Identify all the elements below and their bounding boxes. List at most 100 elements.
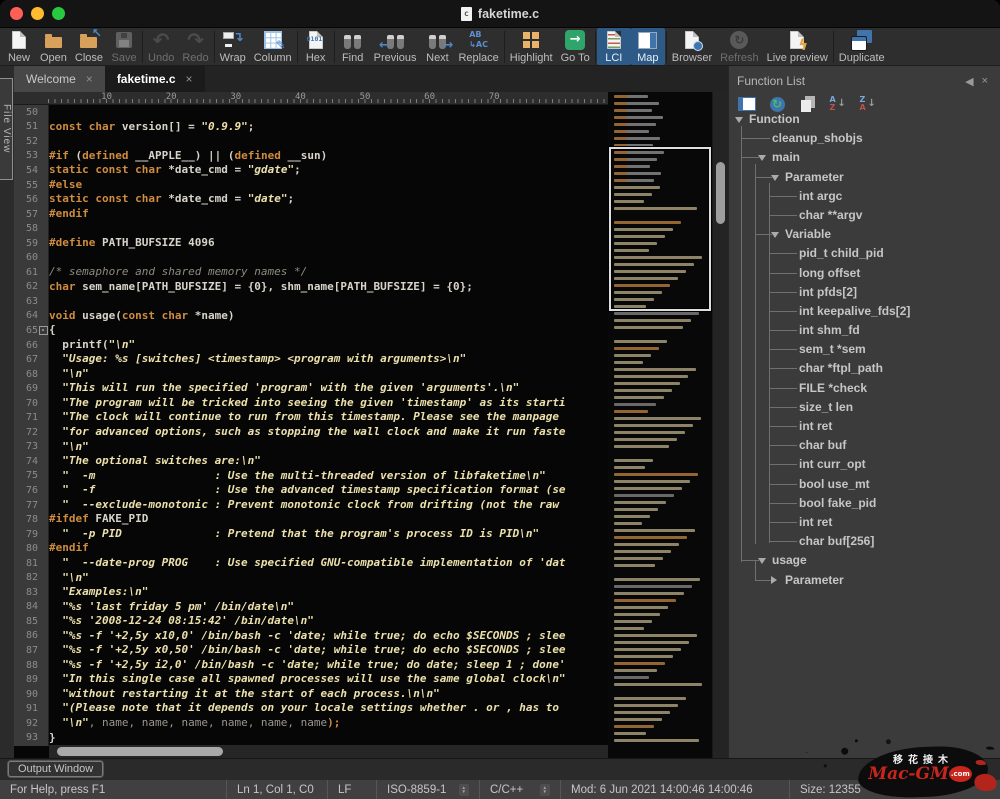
minimap-line xyxy=(614,340,667,343)
vertical-scrollbar-thumb[interactable] xyxy=(716,162,725,224)
function-list-item[interactable]: int shm_fd xyxy=(729,321,1000,340)
goto-button[interactable]: →Go To xyxy=(557,28,594,65)
file-view-tab[interactable]: File View xyxy=(0,78,13,180)
find-prev-icon: ← xyxy=(382,29,408,51)
collapsed-arrow-icon[interactable] xyxy=(771,576,781,584)
function-list-item[interactable]: usage xyxy=(729,551,1000,570)
minimap-line xyxy=(614,606,668,609)
expanded-arrow-icon[interactable] xyxy=(771,232,779,242)
function-list-item[interactable]: Variable xyxy=(729,225,1000,244)
encoding-stepper-icon[interactable]: ▲▼ xyxy=(459,784,469,796)
line-number: 53 xyxy=(14,149,48,164)
minimap-line xyxy=(614,627,644,630)
function-list-item[interactable]: Function xyxy=(729,110,1000,129)
minimap-line xyxy=(614,445,669,448)
horizontal-scrollbar[interactable] xyxy=(49,745,608,758)
duplicate-button[interactable]: Duplicate xyxy=(835,28,889,65)
function-list-item[interactable]: bool fake_pid xyxy=(729,494,1000,513)
minimap-line xyxy=(614,494,674,497)
line-number: 72 xyxy=(14,425,48,440)
expanded-arrow-icon[interactable] xyxy=(735,117,743,127)
function-list-item[interactable]: int pfds[2] xyxy=(729,283,1000,302)
new-button[interactable]: New xyxy=(2,28,36,65)
line-number: 91 xyxy=(14,701,48,716)
function-list-item[interactable]: long offset xyxy=(729,264,1000,283)
browser-button[interactable]: Browser xyxy=(668,28,716,65)
line-number: 81 xyxy=(14,556,48,571)
wrap-button[interactable]: ↴Wrap xyxy=(216,28,250,65)
minimap-line xyxy=(614,592,684,595)
expanded-arrow-icon[interactable] xyxy=(758,155,766,165)
syntax-stepper-icon[interactable]: ▲▼ xyxy=(540,784,550,796)
column-button[interactable]: ✎Column xyxy=(250,28,296,65)
toolbar-separator xyxy=(214,31,215,63)
function-list-item[interactable]: pid_t child_pid xyxy=(729,244,1000,263)
minimap[interactable] xyxy=(608,92,712,758)
hex-button[interactable]: 0101Hex xyxy=(299,28,333,65)
function-list-tree: Functioncleanup_shobjsmainParameterint a… xyxy=(729,110,1000,779)
function-list-item[interactable]: Parameter xyxy=(729,571,1000,590)
minimap-line xyxy=(614,697,686,700)
collapse-panel-icon[interactable]: ◀ xyxy=(961,75,977,88)
minimap-viewport[interactable] xyxy=(609,147,711,311)
minimap-line xyxy=(614,396,664,399)
close-tab-icon[interactable]: × xyxy=(86,72,93,86)
function-list-item[interactable]: bool use_mt xyxy=(729,475,1000,494)
code-line: "%s -f '+2,5y i2,0' /bin/bash -c 'date; … xyxy=(49,658,608,673)
line-number: 85 xyxy=(14,614,48,629)
hex-icon: 0101 xyxy=(303,29,329,51)
fold-marker[interactable]: - xyxy=(39,326,48,335)
function-list-item[interactable]: char *ftpl_path xyxy=(729,359,1000,378)
function-list-item[interactable]: int keepalive_fds[2] xyxy=(729,302,1000,321)
function-list-item[interactable]: size_t len xyxy=(729,398,1000,417)
tab-welcome[interactable]: Welcome × xyxy=(14,66,105,92)
lci-button[interactable]: LCI xyxy=(597,28,631,65)
minimap-line xyxy=(614,424,693,427)
vertical-scrollbar[interactable] xyxy=(712,92,729,758)
editor-area[interactable]: 10203040506070 5051525354555657585960616… xyxy=(14,92,728,758)
minimap-line xyxy=(614,382,680,385)
function-list-item[interactable]: char **argv xyxy=(729,206,1000,225)
output-window-button[interactable]: Output Window xyxy=(8,761,103,777)
expanded-arrow-icon[interactable] xyxy=(771,175,779,185)
code-line: "\n" xyxy=(49,367,608,382)
find-button[interactable]: Find xyxy=(336,28,370,65)
function-list-item[interactable]: Parameter xyxy=(729,168,1000,187)
close-panel-icon[interactable]: × xyxy=(978,75,992,87)
status-syntax[interactable]: C/C++ ▲▼ xyxy=(480,784,560,796)
minimap-line xyxy=(614,480,690,483)
function-list-item[interactable]: char buf[256] xyxy=(729,532,1000,551)
code-line: /* semaphore and shared memory names */ xyxy=(49,265,608,280)
line-number: 74 xyxy=(14,454,48,469)
tab-faketime[interactable]: faketime.c × xyxy=(105,66,205,92)
function-list-item[interactable]: sem_t *sem xyxy=(729,340,1000,359)
function-list-item[interactable]: FILE *check xyxy=(729,379,1000,398)
find-prev-button[interactable]: ←Previous xyxy=(370,28,421,65)
function-list-item[interactable]: int ret xyxy=(729,513,1000,532)
code-text[interactable]: const char version[] = "0.9.9";#if (defi… xyxy=(49,105,608,746)
window-title-text: faketime.c xyxy=(478,7,539,21)
find-next-button[interactable]: →Next xyxy=(420,28,454,65)
function-list-item[interactable]: main xyxy=(729,148,1000,167)
minimap-line xyxy=(614,655,673,658)
function-list-item[interactable]: char buf xyxy=(729,436,1000,455)
open-icon xyxy=(40,29,66,51)
line-number: 60 xyxy=(14,250,48,265)
close-button[interactable]: ↖Close xyxy=(71,28,107,65)
horizontal-scrollbar-thumb[interactable] xyxy=(57,747,223,756)
function-list-item[interactable]: int ret xyxy=(729,417,1000,436)
highlight-button[interactable]: Highlight xyxy=(506,28,557,65)
map-button[interactable]: Map xyxy=(631,28,665,65)
replace-button[interactable]: AB↳ACReplace xyxy=(454,28,502,65)
live-preview-button[interactable]: ϟLive preview xyxy=(763,28,832,65)
toolbar-separator xyxy=(833,31,834,63)
expanded-arrow-icon[interactable] xyxy=(758,558,766,568)
lci-icon xyxy=(601,29,627,51)
status-encoding[interactable]: ISO-8859-1 ▲▼ xyxy=(377,784,479,796)
function-list-item[interactable]: int argc xyxy=(729,187,1000,206)
function-list-item[interactable]: cleanup_shobjs xyxy=(729,129,1000,148)
open-button[interactable]: Open xyxy=(36,28,71,65)
close-tab-icon[interactable]: × xyxy=(186,72,193,86)
window-title: c faketime.c xyxy=(0,0,1000,27)
function-list-item[interactable]: int curr_opt xyxy=(729,455,1000,474)
